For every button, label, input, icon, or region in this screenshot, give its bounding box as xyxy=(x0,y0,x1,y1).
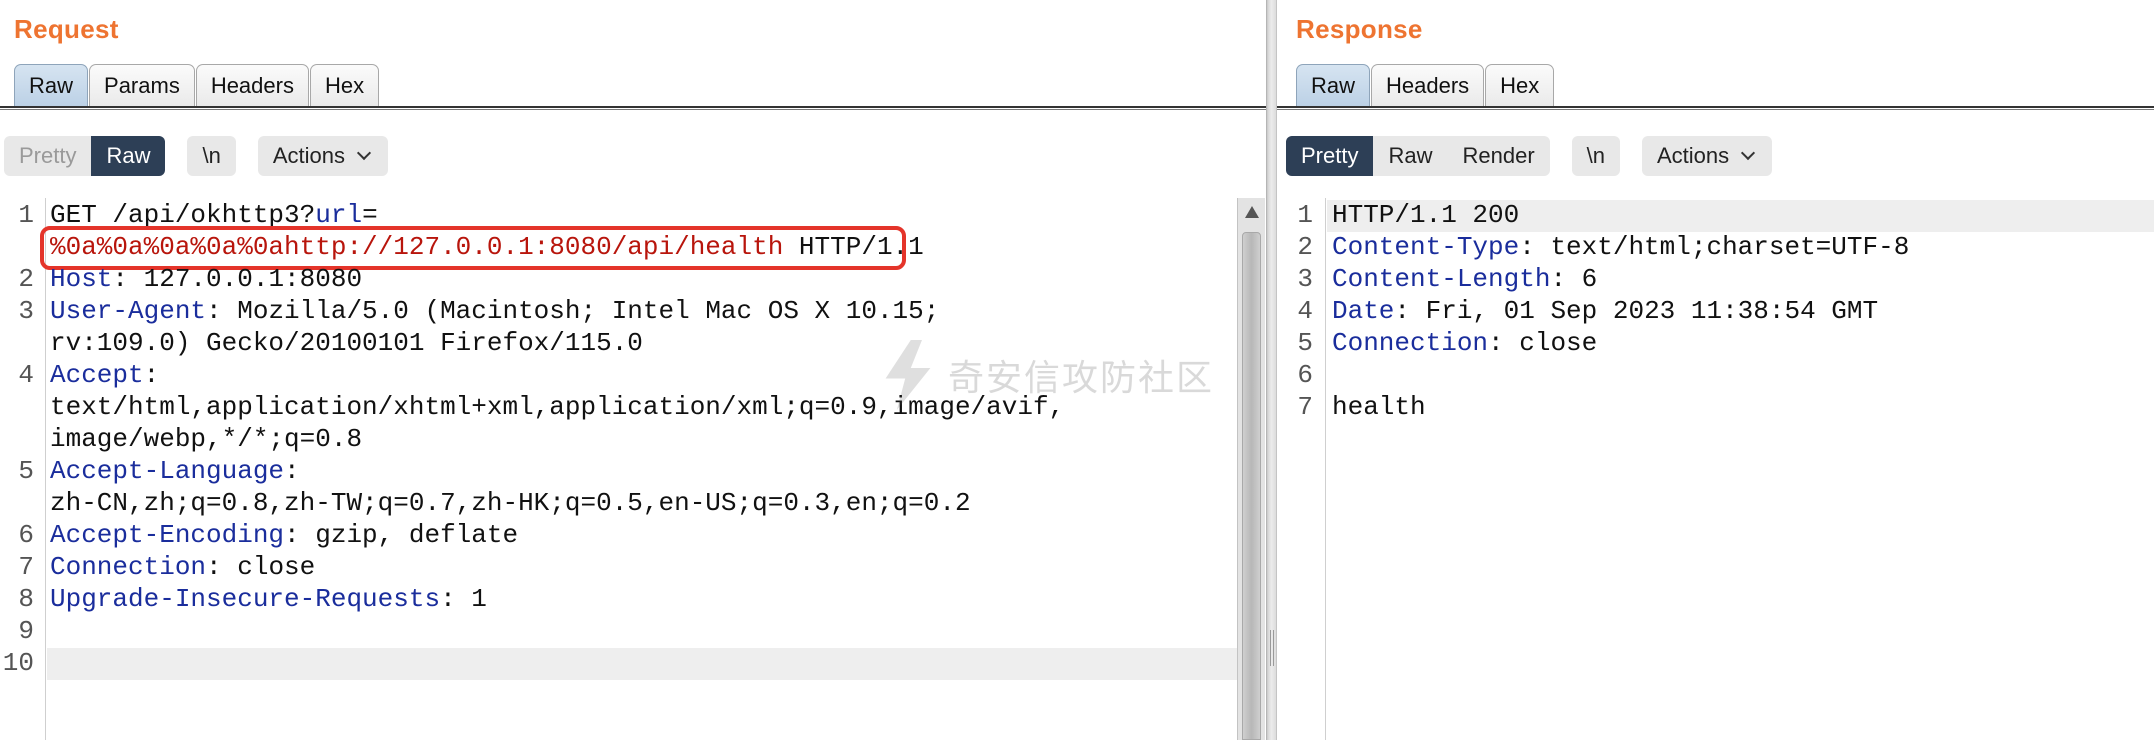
response-line: Date: Fri, 01 Sep 2023 11:38:54 GMT xyxy=(1332,296,1879,326)
line-number: 1 xyxy=(18,200,34,230)
pretty-toggle[interactable]: Pretty xyxy=(4,136,91,176)
response-line: Content-Type: text/html;charset=UTF-8 xyxy=(1332,232,1910,262)
response-pane: Response Raw Headers Hex Pretty Raw Rend… xyxy=(1277,0,2154,740)
raw-toggle[interactable]: Raw xyxy=(1373,136,1447,176)
response-editor[interactable]: 1 2 3 4 5 6 7 HTTP/1.1 200 Content-Type:… xyxy=(1277,198,2154,740)
actions-label: Actions xyxy=(1657,143,1730,168)
actions-label: Actions xyxy=(272,143,345,168)
response-toolbar: Pretty Raw Render \n Actions xyxy=(1286,136,1773,176)
request-line: User-Agent: Mozilla/5.0 (Macintosh; Inte… xyxy=(50,296,940,326)
response-line: Connection: close xyxy=(1332,328,1598,358)
tab-divider xyxy=(0,106,1266,110)
request-line: Accept-Encoding: gzip, deflate xyxy=(50,520,519,550)
line-number: 7 xyxy=(18,552,34,582)
request-editor[interactable]: 1 2 3 4 5 6 7 8 9 10 GET /api/okhttp3?ur… xyxy=(0,198,1266,740)
pretty-toggle[interactable]: Pretty xyxy=(1286,136,1374,176)
line-number: 5 xyxy=(1297,328,1313,358)
actions-dropdown[interactable]: Actions xyxy=(257,136,388,176)
newline-toggle[interactable]: \n xyxy=(187,136,236,176)
splitter-grip[interactable] xyxy=(1270,630,1274,666)
render-toggle[interactable]: Render xyxy=(1447,136,1549,176)
line-number: 9 xyxy=(18,616,34,646)
line-number: 7 xyxy=(1297,392,1313,422)
tab-raw[interactable]: Raw xyxy=(14,64,89,106)
response-title: Response xyxy=(1296,14,1423,44)
line-number: 6 xyxy=(1297,360,1313,390)
chevron-down-icon xyxy=(1741,145,1756,161)
request-title: Request xyxy=(14,14,119,44)
tab-params[interactable]: Params xyxy=(89,64,195,106)
newline-toggle[interactable]: \n xyxy=(1571,136,1620,176)
tab-divider xyxy=(1277,106,2154,110)
request-line: image/webp,*/*;q=0.8 xyxy=(50,424,363,454)
request-line: Accept-Language: xyxy=(50,456,300,486)
line-number: 2 xyxy=(1297,232,1313,262)
current-line-highlight xyxy=(47,648,1237,680)
request-line: Accept: xyxy=(50,360,160,390)
tab-headers[interactable]: Headers xyxy=(1371,64,1485,106)
scroll-up-arrow-icon[interactable] xyxy=(1245,206,1259,218)
line-number: 8 xyxy=(18,584,34,614)
response-body: health xyxy=(1332,392,1426,422)
response-tabs: Raw Headers Hex xyxy=(1296,64,1555,106)
line-number: 4 xyxy=(1297,296,1313,326)
request-line: rv:109.0) Gecko/20100101 Firefox/115.0 xyxy=(50,328,643,358)
line-number: 6 xyxy=(18,520,34,550)
view-toggle: Pretty Raw xyxy=(4,136,166,176)
request-tabs: Raw Params Headers Hex xyxy=(14,64,380,106)
request-line: Connection: close xyxy=(50,552,316,582)
response-line: Content-Length: 6 xyxy=(1332,264,1598,294)
line-number: 3 xyxy=(1297,264,1313,294)
line-number: 2 xyxy=(18,264,34,294)
request-line: Upgrade-Insecure-Requests: 1 xyxy=(50,584,487,614)
tab-raw[interactable]: Raw xyxy=(1296,64,1371,106)
line-number: 4 xyxy=(18,360,34,390)
view-toggle: Pretty Raw Render xyxy=(1286,136,1550,176)
watermark-text: 奇安信攻防社区 xyxy=(948,357,1215,398)
line-number: 1 xyxy=(1297,200,1313,230)
raw-toggle[interactable]: Raw xyxy=(91,136,166,176)
tab-headers[interactable]: Headers xyxy=(195,64,309,106)
chevron-down-icon xyxy=(356,145,372,161)
tab-hex[interactable]: Hex xyxy=(309,64,380,106)
tab-hex[interactable]: Hex xyxy=(1485,64,1555,106)
scrollbar-thumb[interactable] xyxy=(1242,232,1261,740)
line-number: 5 xyxy=(18,456,34,486)
request-line: zh-CN,zh;q=0.8,zh-TW;q=0.7,zh-HK;q=0.5,e… xyxy=(50,488,971,518)
line-number: 10 xyxy=(2,648,34,678)
response-line: HTTP/1.1 200 xyxy=(1332,200,1520,230)
request-line: Host: 127.0.0.1:8080 xyxy=(50,264,363,294)
line-number: 3 xyxy=(18,296,34,326)
lightning-logo-icon xyxy=(885,340,931,410)
request-toolbar: Pretty Raw \n Actions xyxy=(4,136,388,176)
watermark: 奇安信攻防社区 xyxy=(880,340,1214,410)
pane-splitter[interactable] xyxy=(1266,0,1277,740)
request-scrollbar[interactable] xyxy=(1237,198,1265,740)
actions-dropdown[interactable]: Actions xyxy=(1642,136,1773,176)
